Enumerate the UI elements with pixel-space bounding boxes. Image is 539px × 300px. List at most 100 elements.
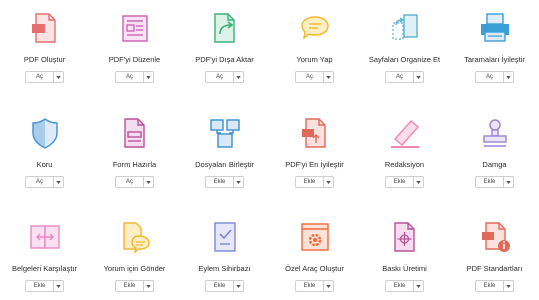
dropdown-label: Ekle: [303, 283, 316, 289]
add-dropdown[interactable]: Ekle: [475, 280, 514, 292]
action-wizard-icon: [213, 222, 236, 252]
add-dropdown[interactable]: Ekle: [385, 176, 424, 188]
tool-label: PDF'yi Düzenle: [108, 55, 161, 64]
chevron-down-icon[interactable]: [503, 72, 513, 82]
tool-combine-files[interactable]: Dosyaları Birleştir Ekle: [180, 115, 269, 188]
dropdown-label: Aç: [305, 74, 313, 80]
open-dropdown[interactable]: Aç: [475, 71, 514, 83]
tool-optimize-pdf[interactable]: PDF'yi En İyileştir Ekle: [270, 115, 359, 188]
tool-label: PDF'yi En İyileştir: [285, 160, 344, 169]
chevron-down-icon[interactable]: [323, 177, 333, 187]
chevron-down-icon[interactable]: [233, 177, 243, 187]
chevron-down-icon[interactable]: [503, 281, 513, 291]
add-dropdown[interactable]: Ekle: [295, 176, 334, 188]
pdf-standards-icon: [481, 222, 510, 252]
tool-label: Baskı Üretimi: [382, 264, 427, 273]
open-dropdown[interactable]: Aç: [295, 71, 334, 83]
add-dropdown[interactable]: Ekle: [295, 280, 334, 292]
add-dropdown[interactable]: Ekle: [205, 280, 244, 292]
dropdown-label: Ekle: [123, 283, 136, 289]
tool-edit-pdf[interactable]: PDF'yi Düzenle Aç: [90, 10, 179, 83]
chevron-down-icon[interactable]: [233, 72, 243, 82]
chevron-down-icon[interactable]: [53, 72, 63, 82]
tool-comment[interactable]: Yorum Yap Aç: [270, 10, 359, 83]
tool-label: Yorum için Gönder: [103, 264, 166, 273]
tool-label: Eylem Sihirbazı: [198, 264, 251, 273]
tool-export-pdf[interactable]: PDF'yi Dışa Aktar Aç: [180, 10, 269, 83]
chevron-down-icon[interactable]: [53, 177, 63, 187]
tool-label: Belgeleri Karşılaştır: [11, 264, 78, 273]
tool-organize-pages[interactable]: Sayfaları Organize Et Aç: [360, 10, 449, 83]
tool-label: Sayfaları Organize Et: [368, 55, 441, 64]
tool-label: Damga: [482, 160, 507, 169]
chevron-down-icon[interactable]: [143, 72, 153, 82]
chevron-down-icon[interactable]: [233, 281, 243, 291]
dropdown-label: Ekle: [393, 283, 406, 289]
tool-label: Yorum Yap: [296, 55, 333, 64]
add-dropdown[interactable]: Ekle: [475, 176, 514, 188]
shield-icon: [31, 118, 58, 149]
open-dropdown[interactable]: Aç: [115, 176, 154, 188]
tool-label: Taramaları İyileştir: [464, 55, 525, 64]
dropdown-label: Aç: [35, 74, 43, 80]
tool-label: Dosyaları Birleştir: [195, 160, 254, 169]
tool-label: PDF'yi Dışa Aktar: [195, 55, 254, 64]
compare-files-icon: [29, 225, 60, 249]
tool-pdf-standards[interactable]: PDF Standartları Ekle: [450, 219, 539, 292]
tool-redact[interactable]: Redaksiyon Ekle: [360, 115, 449, 188]
organize-pages-icon: [391, 14, 418, 40]
open-dropdown[interactable]: Aç: [115, 71, 154, 83]
open-dropdown[interactable]: Aç: [205, 71, 244, 83]
dropdown-label: Ekle: [213, 283, 226, 289]
tool-label: Redaksiyon: [384, 160, 425, 169]
dropdown-label: Ekle: [483, 179, 496, 185]
tools-grid: PDF Oluştur Aç PDF'yi Düzenle Aç PDF'yi …: [0, 0, 539, 300]
chevron-down-icon[interactable]: [413, 281, 423, 291]
dropdown-label: Aç: [125, 179, 133, 185]
tool-label: PDF Oluştur: [23, 55, 66, 64]
tool-send-for-comments[interactable]: Yorum için Gönder Ekle: [90, 219, 179, 292]
tool-prepare-form[interactable]: Form Hazırla Aç: [90, 115, 179, 188]
chevron-down-icon[interactable]: [53, 281, 63, 291]
combine-files-icon: [209, 119, 240, 148]
dropdown-label: Aç: [125, 74, 133, 80]
chevron-down-icon[interactable]: [323, 72, 333, 82]
chevron-down-icon[interactable]: [143, 177, 153, 187]
add-dropdown[interactable]: Ekle: [205, 176, 244, 188]
send-for-comments-icon: [122, 222, 150, 254]
tool-print-production[interactable]: Baskı Üretimi Ekle: [360, 219, 449, 292]
tool-label: Özel Araç Oluştur: [285, 264, 344, 273]
chevron-down-icon[interactable]: [323, 281, 333, 291]
tool-protect[interactable]: Koru Aç: [0, 115, 89, 188]
add-dropdown[interactable]: Ekle: [385, 280, 424, 292]
add-dropdown[interactable]: Ekle: [115, 280, 154, 292]
chevron-down-icon[interactable]: [413, 177, 423, 187]
create-pdf-icon: [31, 13, 56, 43]
optimize-pdf-icon: [301, 118, 326, 148]
edit-pdf-icon: [121, 15, 148, 42]
chevron-down-icon[interactable]: [143, 281, 153, 291]
enhance-scans-icon: [480, 13, 509, 42]
dropdown-label: Ekle: [483, 283, 496, 289]
print-production-icon: [393, 222, 415, 252]
open-dropdown[interactable]: Aç: [385, 71, 424, 83]
dropdown-label: Aç: [35, 179, 43, 185]
tool-label: Koru: [36, 160, 53, 169]
open-dropdown[interactable]: Aç: [25, 71, 64, 83]
chevron-down-icon[interactable]: [503, 177, 513, 187]
tool-custom-tool[interactable]: Özel Araç Oluştur Ekle: [270, 219, 359, 292]
tool-action-wizard[interactable]: Eylem Sihirbazı Ekle: [180, 219, 269, 292]
comment-icon: [300, 16, 329, 40]
tool-enhance-scans[interactable]: Taramaları İyileştir Aç: [450, 10, 539, 83]
tool-stamp[interactable]: Damga Ekle: [450, 115, 539, 188]
export-pdf-icon: [213, 13, 235, 43]
add-dropdown[interactable]: Ekle: [25, 280, 64, 292]
open-dropdown[interactable]: Aç: [25, 176, 64, 188]
stamp-icon: [482, 119, 507, 147]
redact-icon: [390, 120, 419, 148]
dropdown-label: Ekle: [393, 179, 406, 185]
chevron-down-icon[interactable]: [413, 72, 423, 82]
dropdown-label: Ekle: [213, 179, 226, 185]
tool-compare-files[interactable]: Belgeleri Karşılaştır Ekle: [0, 219, 89, 292]
tool-create-pdf[interactable]: PDF Oluştur Aç: [0, 10, 89, 83]
